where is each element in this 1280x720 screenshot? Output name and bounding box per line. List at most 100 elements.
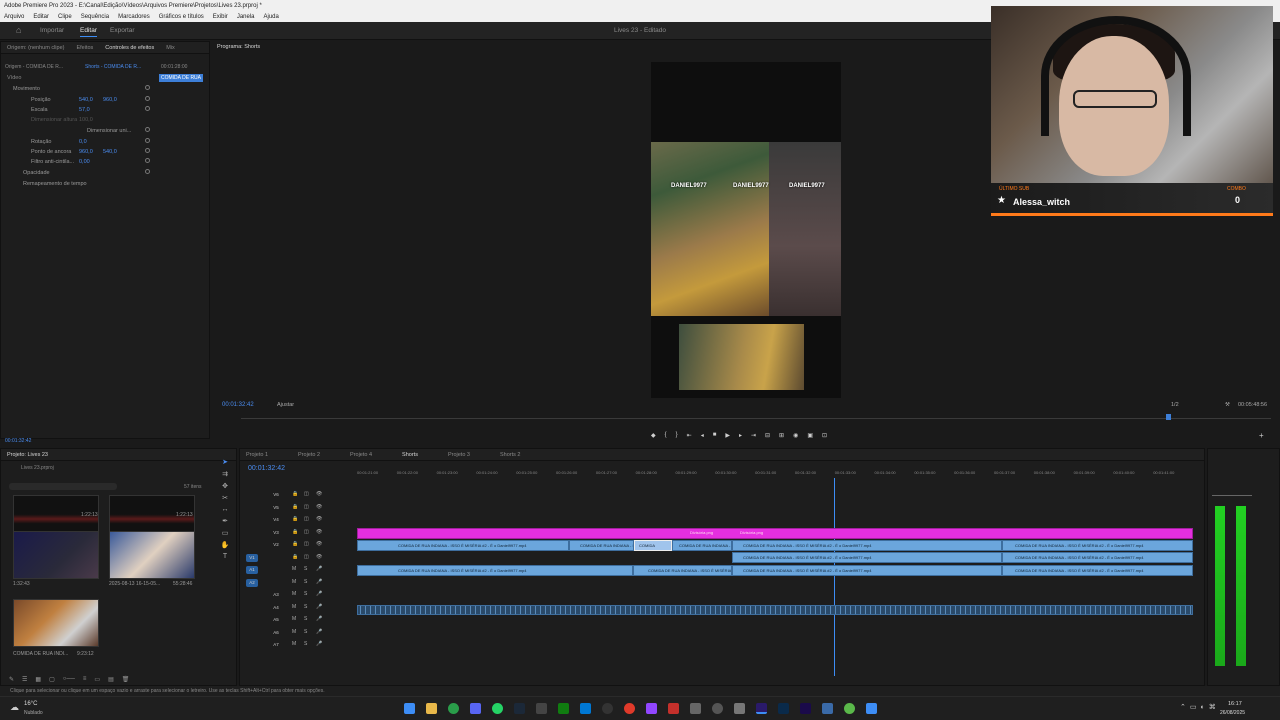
track-label-v4[interactable]: V4 — [270, 516, 282, 524]
go-to-out-icon[interactable]: ⇥ — [751, 432, 756, 439]
lock-icon[interactable]: 🔒 — [292, 491, 298, 497]
effect-row-uniform-scale[interactable]: Dimensionar uni... — [1, 126, 206, 136]
record-icon[interactable] — [624, 703, 635, 714]
clip-v2-1[interactable]: COMIDA DE RUA INDIANA - ISSO É MISÉRIA #… — [732, 552, 1002, 563]
mark-in-icon[interactable]: { — [665, 432, 667, 439]
media-encoder-icon[interactable] — [800, 703, 811, 714]
effect-row-scale[interactable]: Escala 57,0 — [1, 105, 206, 115]
solo-icon[interactable]: S — [304, 641, 307, 647]
audio-clip-a3[interactable] — [357, 605, 1193, 615]
tab-projeto-2[interactable]: Projeto 2 — [298, 452, 320, 458]
reset-icon[interactable] — [145, 148, 150, 153]
weather-icon[interactable]: ☁ — [10, 702, 19, 713]
clip-v1-4[interactable]: COMIDA DE RUA INDIANA - ISSO É MISÉRIA #… — [1002, 565, 1193, 576]
fit-dropdown[interactable]: Ajustar — [277, 402, 294, 408]
clip-v3-2[interactable]: COMIDA DE RUA INDIANA - ISSO É MISÉRIA #… — [569, 540, 634, 551]
sort-icon[interactable]: ≡ — [83, 676, 87, 682]
step-forward-icon[interactable]: ▸ — [739, 432, 742, 439]
timeline-timecode[interactable]: 00:01:32:42 — [248, 465, 285, 472]
sync-icon[interactable]: ◫ — [304, 554, 309, 560]
app-icon-2[interactable] — [734, 703, 745, 714]
stop-icon[interactable]: ■ — [713, 432, 717, 439]
mute-icon[interactable]: M — [292, 641, 296, 647]
reset-icon[interactable] — [145, 158, 150, 163]
playhead-marker[interactable] — [1166, 414, 1171, 420]
sequence-label[interactable]: Shorts - COMIDA DE R... — [85, 64, 141, 70]
clip-v3-5[interactable]: COMIDA DE RUA INDIANA - ISSO É MISÉRIA #… — [1002, 540, 1193, 551]
effect-row-motion[interactable]: Movimento — [1, 84, 206, 94]
mic-icon[interactable]: 🎤 — [316, 566, 322, 572]
steam-icon[interactable] — [514, 703, 525, 714]
workspace-edit[interactable]: Editar — [80, 27, 97, 37]
menu-arquivo[interactable]: Arquivo — [4, 12, 24, 22]
mic-icon[interactable]: 🎤 — [316, 641, 322, 647]
clip-v3-3[interactable]: COMIDA DE RUA INDIANA - ISSO É MISÉRIA #… — [672, 540, 732, 551]
app-icon-3[interactable] — [822, 703, 833, 714]
menu-clipe[interactable]: Clipe — [58, 12, 72, 22]
start-icon[interactable] — [404, 703, 415, 714]
workspace-export[interactable]: Exportar — [110, 27, 135, 34]
clip-v1-3[interactable]: COMIDA DE RUA INDIANA - ISSO É MISÉRIA #… — [732, 565, 1002, 576]
lock-icon[interactable]: 🔒 — [292, 504, 298, 510]
reset-icon[interactable] — [145, 127, 150, 132]
lock-icon[interactable]: 🔒 — [292, 554, 298, 560]
mic-icon[interactable]: 🎤 — [316, 629, 322, 635]
bin-icon[interactable]: ▭ — [94, 676, 100, 683]
file-explorer-icon[interactable] — [426, 703, 437, 714]
track-label-a2[interactable]: A2 — [246, 578, 258, 587]
solo-icon[interactable]: S — [304, 629, 307, 635]
track-label-a5[interactable]: A5 — [270, 616, 282, 624]
effect-row-rotation[interactable]: Rotação 0,0 — [1, 137, 206, 147]
playhead[interactable] — [834, 478, 835, 676]
eye-icon[interactable]: 👁 — [316, 529, 322, 535]
lock-icon[interactable]: 🔒 — [292, 516, 298, 522]
mic-icon[interactable]: 🎤 — [316, 604, 322, 610]
effect-row-position[interactable]: Posição 540,0 960,0 — [1, 95, 206, 105]
xbox-icon[interactable] — [558, 703, 569, 714]
scale-dropdown[interactable]: 1/2 — [1171, 402, 1179, 408]
project-thumb-5[interactable] — [13, 599, 99, 647]
effect-row-opacity[interactable]: Opacidade — [1, 168, 206, 178]
solo-icon[interactable]: S — [304, 616, 307, 622]
mute-icon[interactable]: M — [292, 604, 296, 610]
workspace-import[interactable]: Importar — [40, 27, 64, 34]
mic-icon[interactable]: 🎤 — [316, 579, 322, 585]
clock-date[interactable]: 26/08/2025 — [1220, 710, 1245, 716]
new-item-icon[interactable]: ▤ — [108, 676, 114, 683]
home-icon[interactable]: ⌂ — [16, 25, 21, 35]
reset-icon[interactable] — [145, 96, 150, 101]
wrench-icon[interactable]: ⚒ — [1225, 402, 1230, 408]
compare-icon[interactable]: ▣ — [807, 432, 813, 439]
track-select-icon[interactable]: ⇉ — [222, 470, 228, 478]
tab-shorts[interactable]: Shorts — [402, 452, 418, 458]
pen-icon[interactable]: ✒ — [222, 517, 228, 525]
sync-icon[interactable]: ◫ — [304, 516, 309, 522]
menu-graficos[interactable]: Gráficos e títulos — [159, 12, 204, 22]
chrome-icon[interactable] — [448, 703, 459, 714]
clip-v1-1[interactable]: COMIDA DE RUA INDIANA - ISSO É MISÉRIA #… — [357, 565, 633, 576]
eye-icon[interactable]: 👁 — [316, 554, 322, 560]
track-label-v3[interactable]: V3 — [270, 529, 282, 537]
photoshop-icon[interactable] — [778, 703, 789, 714]
settings-icon[interactable] — [712, 703, 723, 714]
app-icon-4[interactable] — [844, 703, 855, 714]
scrub-bar[interactable] — [241, 418, 1271, 419]
premiere-icon[interactable] — [756, 703, 767, 714]
reset-icon[interactable] — [145, 106, 150, 111]
eye-icon[interactable]: 👁 — [316, 504, 322, 510]
clock-time[interactable]: 16:17 — [1228, 701, 1242, 707]
add-button-icon[interactable]: + — [1259, 431, 1264, 440]
solo-icon[interactable]: S — [304, 604, 307, 610]
lift-icon[interactable]: ⊟ — [765, 432, 770, 439]
mic-icon[interactable]: 🎤 — [316, 616, 322, 622]
reset-icon[interactable] — [145, 138, 150, 143]
track-label-v2[interactable]: V2 — [270, 541, 282, 549]
mute-icon[interactable]: M — [292, 579, 296, 585]
camera-icon[interactable]: ◉ — [793, 432, 798, 439]
marker-icon[interactable]: ◆ — [651, 432, 656, 439]
clip-v3-selected[interactable]: COMIDA — [634, 540, 672, 551]
tab-effect-controls[interactable]: Controles de efeitos — [105, 45, 154, 51]
track-label-v1[interactable]: V1 — [246, 553, 258, 562]
project-thumb-4[interactable] — [109, 531, 195, 579]
program-timecode[interactable]: 00:01:32:42 — [222, 402, 254, 408]
